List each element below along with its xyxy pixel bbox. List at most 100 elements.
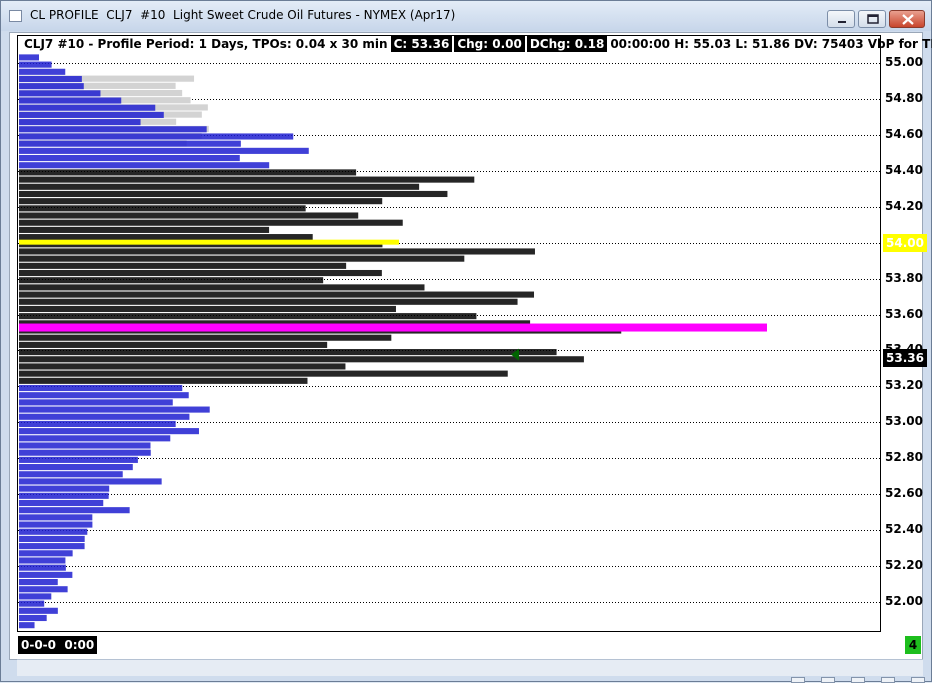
clock-display: 0-0-0 0:00 — [18, 636, 98, 654]
status-tab[interactable] — [791, 677, 805, 683]
tpo-row — [19, 442, 151, 449]
tpo-row — [19, 356, 584, 363]
tpo-row — [19, 298, 518, 305]
tpo-row — [19, 162, 270, 169]
tpo-row — [19, 140, 241, 147]
count-badge: 4 — [905, 636, 921, 654]
tpo-row — [19, 61, 52, 68]
tpo-row — [19, 126, 207, 133]
tpo-row — [19, 190, 448, 198]
tpo-row — [19, 492, 109, 499]
header-close: C: 53.36 — [390, 36, 453, 52]
tpo-row — [19, 528, 88, 535]
tpo-row — [19, 284, 425, 291]
tpo-row — [19, 277, 324, 284]
header-change: Chg: 0.00 — [454, 36, 525, 52]
tpo-row — [19, 464, 133, 471]
tpo-row — [19, 586, 68, 593]
tpo-row — [19, 226, 270, 233]
tpo-row — [19, 521, 93, 528]
tpo-row — [19, 456, 138, 463]
tpo-row — [19, 564, 66, 571]
tpo-row — [19, 363, 346, 370]
price-tick-label: 52.80 — [885, 450, 923, 465]
tpo-row — [19, 104, 156, 111]
tpo-row — [19, 54, 39, 61]
price-tick-label: 52.20 — [885, 558, 923, 573]
tpo-row — [19, 291, 535, 298]
tpo-row — [19, 377, 308, 384]
tpo-row — [19, 622, 35, 629]
tpo-row — [19, 485, 110, 492]
status-tab[interactable] — [881, 677, 895, 683]
tpo-row — [19, 499, 104, 507]
tpo-row — [19, 234, 313, 241]
horizontal-scrollbar[interactable] — [17, 659, 923, 676]
price-tick-label: 54.60 — [885, 126, 923, 141]
tpo-row — [19, 507, 130, 514]
tpo-row — [19, 183, 420, 190]
price-tick-label: 53.00 — [885, 414, 923, 429]
tpo-row — [19, 399, 173, 406]
tpo-row — [19, 334, 392, 341]
header-stats: 00:00:00 H: 55.03 L: 51.86 DV: 75403 VbP… — [610, 37, 932, 51]
status-tab[interactable] — [911, 677, 925, 683]
tpo-row — [19, 478, 162, 485]
price-tick-label: 52.40 — [885, 522, 923, 537]
tpo-row — [19, 75, 82, 83]
tpo-row — [19, 262, 347, 269]
price-tick-label: 54.20 — [885, 198, 923, 213]
tpo-row — [19, 550, 73, 557]
price-tick-label: 53.20 — [885, 378, 923, 393]
tpo-row — [19, 435, 171, 442]
tpo-row — [19, 406, 210, 413]
tpo-row — [19, 413, 190, 420]
tpo-row — [19, 205, 306, 212]
tpo-row — [19, 557, 66, 564]
tpo-row — [19, 248, 535, 255]
tpo-row — [19, 269, 382, 277]
tpo-row — [19, 68, 66, 75]
tpo-row — [19, 97, 122, 104]
price-tick-label: 54.40 — [885, 162, 923, 177]
chart-header: CLJ7 #10 - Profile Period: 1 Days, TPOs:… — [21, 36, 932, 52]
price-tick-label: 52.00 — [885, 594, 923, 608]
tpo-row — [19, 83, 84, 90]
tpo-row — [19, 147, 309, 154]
tpo-row — [19, 111, 164, 118]
tpo-row — [19, 607, 58, 614]
tpo-row — [19, 579, 58, 586]
price-tick-label: 53.60 — [885, 306, 923, 321]
tpo-row — [19, 154, 240, 162]
tpo-row — [19, 341, 328, 348]
tpo-row — [19, 471, 123, 478]
tpo-row — [19, 449, 151, 456]
tpo-row — [19, 428, 199, 435]
header-dchange: DChg: 0.18 — [526, 36, 608, 52]
tpo-row — [19, 349, 557, 356]
tpo-row — [19, 219, 403, 226]
tpo-row — [19, 212, 359, 219]
price-tick-label: 55.00 — [885, 55, 923, 69]
tpo-row — [19, 90, 101, 97]
tpo-row — [19, 600, 45, 607]
price-tick-label: 54.80 — [885, 90, 923, 105]
tpo-row — [19, 614, 47, 622]
tpo-row — [19, 514, 93, 521]
tpo-row — [19, 176, 475, 183]
status-tab[interactable] — [851, 677, 865, 683]
tpo-profile-chart[interactable] — [1, 1, 932, 683]
tpo-row — [19, 370, 508, 377]
highlight-level-row — [19, 239, 399, 245]
tpo-row — [19, 420, 176, 428]
status-tab[interactable] — [821, 677, 835, 683]
tpo-row — [19, 169, 357, 176]
tpo-row — [19, 535, 85, 542]
tpo-row — [19, 543, 85, 550]
tpo-row — [19, 133, 294, 140]
price-tick-label: 52.60 — [885, 486, 923, 501]
tpo-row — [19, 198, 383, 205]
app-window: CL PROFILE CLJ7 #10 Light Sweet Crude Oi… — [0, 0, 932, 683]
tpo-row — [19, 571, 73, 578]
current-price-badge: 53.36 — [883, 348, 927, 367]
